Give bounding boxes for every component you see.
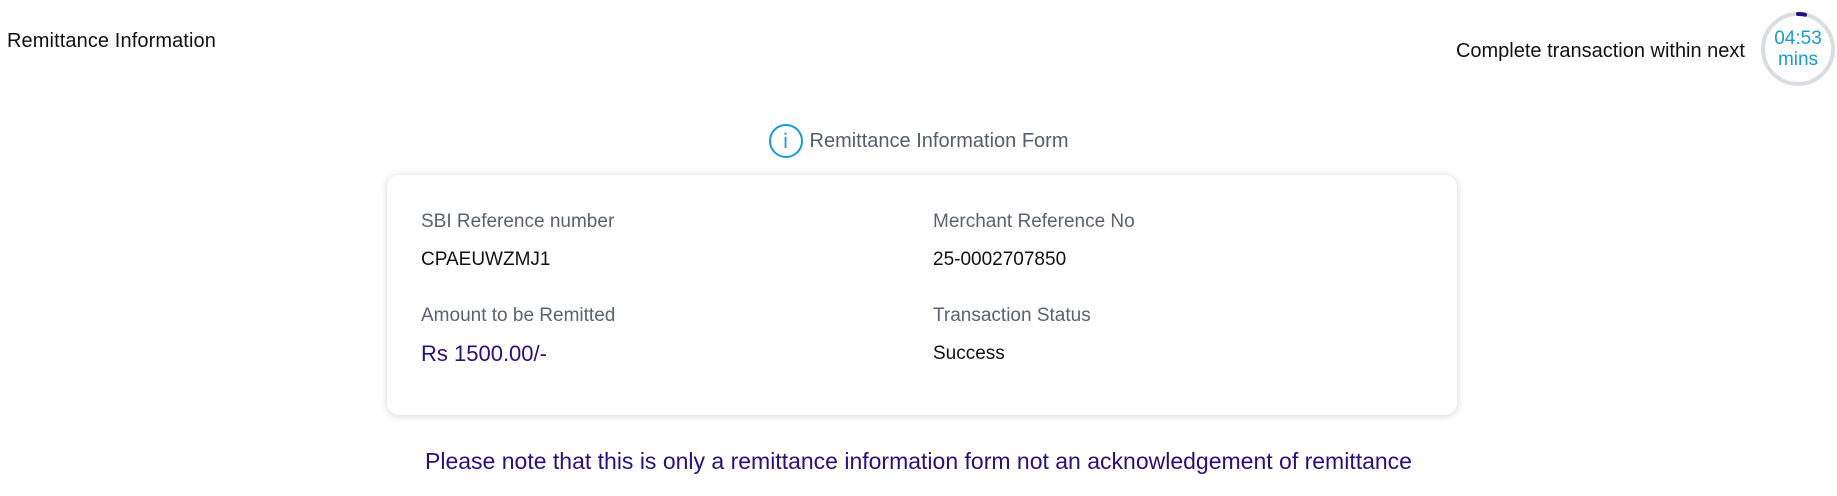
field-merchant-reference: Merchant Reference No 25-0002707850 [933, 211, 1135, 271]
timer-value: 04:53 mins [1759, 28, 1837, 70]
info-icon: i [768, 124, 803, 158]
timer-unit: mins [1777, 49, 1819, 70]
field-value: CPAEUWZMJ1 [421, 249, 551, 270]
page-title: Remittance Information [7, 30, 216, 52]
timer-ring: 04:53 mins [1759, 10, 1837, 88]
form-heading: i Remittance Information Form [0, 124, 1837, 158]
field-label: Amount to be Remitted [421, 305, 616, 326]
field-value: 25-0002707850 [933, 249, 1067, 270]
page: Remittance Information Complete transact… [0, 0, 1837, 496]
form-heading-text: Remittance Information Form [809, 129, 1069, 152]
remittance-info-card: SBI Reference number CPAEUWZMJ1 Merchant… [387, 175, 1457, 415]
timer-label: Complete transaction within next [1455, 39, 1745, 62]
field-transaction-status: Transaction Status Success [933, 305, 1091, 365]
transaction-timer: Complete transaction within next 04:53 m… [1456, 10, 1837, 88]
field-label: SBI Reference number [421, 211, 615, 232]
field-label: Merchant Reference No [933, 211, 1135, 232]
field-amount: Amount to be Remitted Rs 1500.00/- [421, 305, 615, 367]
amount-value: Rs 1500.00/- [421, 341, 547, 366]
disclaimer-note: Please note that this is only a remittan… [425, 448, 1412, 474]
field-label: Transaction Status [933, 305, 1091, 326]
status-value: Success [933, 343, 1005, 364]
field-sbi-reference: SBI Reference number CPAEUWZMJ1 [421, 211, 614, 271]
timer-time: 04:53 [1774, 28, 1822, 49]
